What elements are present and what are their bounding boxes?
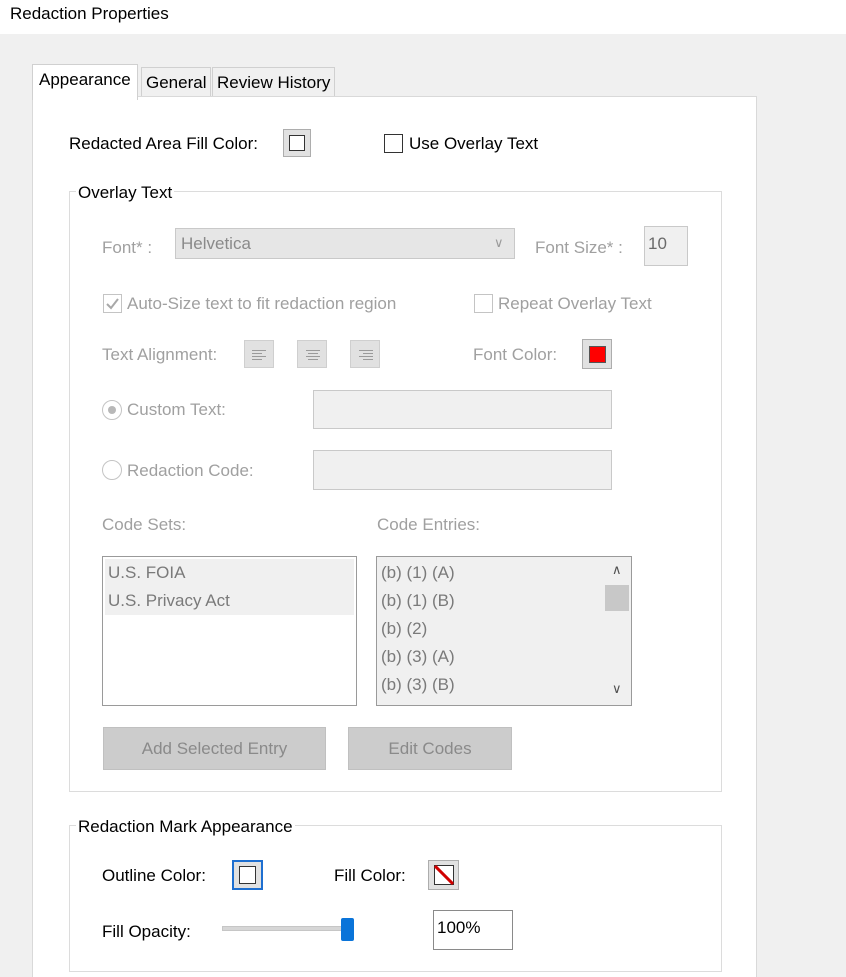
- code-entry-label: (b) (1) (B): [381, 591, 455, 610]
- font-color-button[interactable]: [582, 339, 612, 369]
- add-selected-entry-button[interactable]: Add Selected Entry: [103, 727, 326, 770]
- title-bar: Redaction Properties: [0, 0, 846, 34]
- list-item[interactable]: (b) (3) (A): [381, 643, 455, 671]
- code-entry-label: (b) (1) (A): [381, 563, 455, 582]
- fill-color-swatch: [289, 135, 305, 151]
- redaction-code-label: Redaction Code:: [127, 461, 254, 480]
- code-entries-list[interactable]: (b) (1) (A) (b) (1) (B) (b) (2) (b) (3) …: [376, 556, 632, 706]
- repeat-overlay-checkbox[interactable]: [474, 294, 493, 313]
- list-item[interactable]: (b) (1) (B): [381, 587, 455, 615]
- chevron-down-icon[interactable]: ∨: [612, 681, 622, 697]
- redaction-code-radio[interactable]: [102, 460, 122, 480]
- autosize-label: Auto-Size text to fit redaction region: [127, 294, 397, 313]
- code-entries-scrollbar[interactable]: ∧ ∨: [605, 557, 631, 705]
- outline-color-button[interactable]: [232, 860, 263, 890]
- code-entries-label: Code Entries:: [377, 515, 480, 534]
- font-select[interactable]: Helvetica ∨: [175, 228, 515, 259]
- use-overlay-label: Use Overlay Text: [409, 134, 539, 153]
- fill-color-button[interactable]: [283, 129, 311, 157]
- tab-review-history-label: Review History: [217, 73, 331, 92]
- slider-track: [222, 926, 350, 931]
- list-item[interactable]: (b) (2): [381, 615, 427, 643]
- font-size-input[interactable]: 10: [644, 226, 688, 266]
- tab-review-history[interactable]: Review History: [212, 67, 336, 99]
- scrollbar-thumb[interactable]: [605, 585, 629, 611]
- add-selected-entry-label: Add Selected Entry: [141, 739, 288, 758]
- font-size-label: Font Size* :: [535, 238, 623, 257]
- chevron-down-icon: ∨: [494, 235, 504, 250]
- code-entry-label: (b) (3) (B): [381, 675, 455, 694]
- custom-text-radio[interactable]: [102, 400, 122, 420]
- font-color-swatch: [589, 346, 606, 363]
- redaction-mark-group: [69, 825, 722, 972]
- use-overlay-checkbox[interactable]: [384, 134, 403, 153]
- edit-codes-button[interactable]: Edit Codes: [348, 727, 512, 770]
- list-item[interactable]: U.S. Privacy Act: [105, 587, 354, 615]
- custom-text-label: Custom Text:: [127, 400, 226, 419]
- autosize-checkbox[interactable]: [103, 294, 122, 313]
- outline-color-label: Outline Color:: [102, 866, 206, 885]
- fill-opacity-input[interactable]: 100%: [433, 910, 513, 950]
- list-item[interactable]: (b) (1) (A): [381, 559, 455, 587]
- code-entry-label: (b) (3) (A): [381, 647, 455, 666]
- align-left-button[interactable]: [244, 340, 274, 368]
- tab-general-label: General: [146, 73, 207, 92]
- fill-color-label: Redacted Area Fill Color:: [69, 134, 258, 153]
- repeat-overlay-label: Repeat Overlay Text: [498, 294, 652, 313]
- text-alignment-label: Text Alignment:: [102, 345, 218, 364]
- slider-thumb[interactable]: [341, 918, 354, 941]
- list-item[interactable]: U.S. FOIA: [105, 559, 354, 587]
- code-set-label: U.S. Privacy Act: [108, 591, 230, 610]
- custom-text-input[interactable]: [313, 390, 612, 429]
- font-color-label: Font Color:: [473, 345, 558, 364]
- redaction-code-input[interactable]: [313, 450, 612, 490]
- chevron-up-icon[interactable]: ∧: [612, 562, 622, 578]
- font-label: Font* :: [102, 238, 153, 257]
- fill-opacity-value: 100%: [437, 918, 481, 937]
- redaction-mark-group-title: Redaction Mark Appearance: [76, 817, 295, 837]
- window-title: Redaction Properties: [10, 4, 169, 23]
- no-color-icon: [434, 865, 454, 885]
- code-sets-list[interactable]: U.S. FOIA U.S. Privacy Act: [102, 556, 357, 706]
- fill-color-mark-button[interactable]: [428, 860, 459, 890]
- code-sets-label: Code Sets:: [102, 515, 187, 534]
- align-center-button[interactable]: [297, 340, 327, 368]
- font-size-value: 10: [648, 234, 667, 253]
- edit-codes-label: Edit Codes: [388, 739, 472, 758]
- fill-opacity-slider[interactable]: [222, 918, 354, 942]
- align-right-button[interactable]: [350, 340, 380, 368]
- checkmark-icon: [106, 298, 119, 310]
- tab-general[interactable]: General: [141, 67, 212, 99]
- code-entry-label: (b) (2): [381, 619, 428, 638]
- tab-appearance[interactable]: Appearance: [32, 64, 138, 100]
- fill-color-mark-label: Fill Color:: [334, 866, 406, 885]
- tab-appearance-label: Appearance: [39, 70, 131, 89]
- code-set-label: U.S. FOIA: [108, 563, 186, 582]
- fill-opacity-label: Fill Opacity:: [102, 922, 191, 941]
- outline-color-swatch: [239, 866, 256, 884]
- font-select-value: Helvetica: [181, 234, 251, 253]
- list-item[interactable]: (b) (3) (B): [381, 671, 455, 699]
- overlay-text-group-title: Overlay Text: [76, 183, 175, 203]
